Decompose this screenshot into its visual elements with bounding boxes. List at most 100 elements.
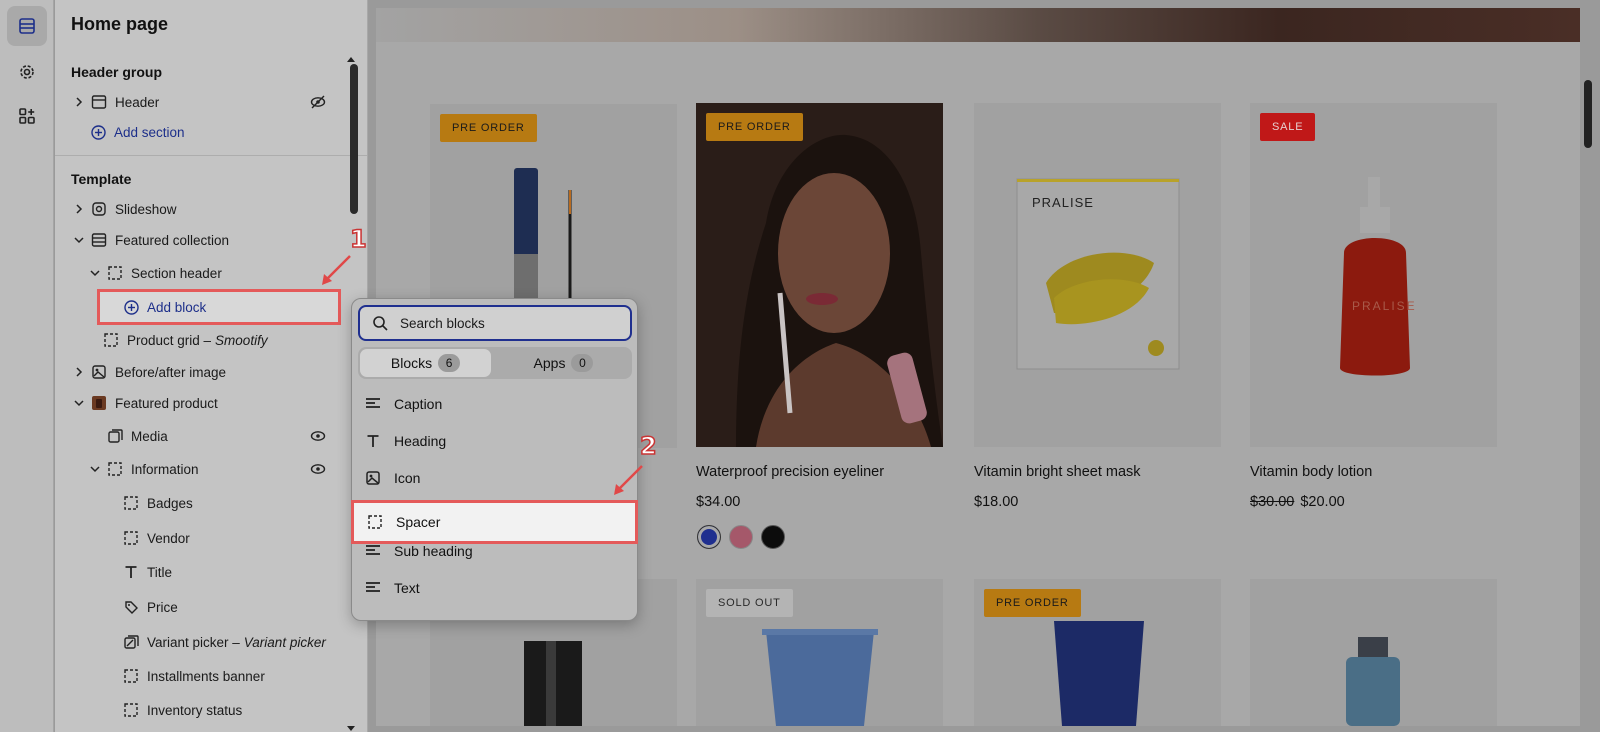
product-price: $18.00 [974,494,1019,510]
text-lines-icon [364,397,382,411]
chevron-down-icon[interactable] [87,464,103,474]
block-dashed-icon [107,265,123,281]
section-featured-product[interactable]: Featured product [71,392,218,414]
block-option-heading[interactable]: Heading [364,430,446,452]
collection-icon [91,232,107,248]
product-price: $34.00 [696,494,741,510]
page-title: Home page [71,14,169,34]
chevron-down-icon[interactable] [71,398,87,408]
search-blocks-input[interactable]: Search blocks [358,305,632,341]
apps-nav-button[interactable] [7,96,47,136]
scroll-up-arrow-icon[interactable] [346,50,362,62]
chevron-down-icon[interactable] [87,268,103,278]
block-inventory[interactable]: Inventory status [123,699,242,721]
block-information[interactable]: Information [87,458,199,480]
block-badges[interactable]: Badges [123,492,193,514]
block-tabs: Blocks 6 Apps 0 [358,347,632,379]
color-swatch-black[interactable] [761,525,785,549]
option-label: Sub heading [394,543,473,559]
status-badge: SOLD OUT [706,589,793,617]
block-price[interactable]: Price [123,596,178,618]
block-vendor[interactable]: Vendor [123,527,190,549]
product-image[interactable]: PRE ORDER [696,103,943,447]
divider [55,155,367,156]
block-label: Section header [131,265,222,281]
tab-apps[interactable]: Apps 0 [497,349,630,377]
scroll-down-arrow-icon[interactable] [346,720,362,731]
section-label: Slideshow [115,201,177,217]
block-label: Title [147,564,173,580]
option-label: Caption [394,396,443,412]
product-title[interactable]: Waterproof precision eyeliner [696,464,884,480]
color-swatch-pink[interactable] [729,525,753,549]
block-dashed-icon [123,530,139,546]
section-label: Header [115,94,160,110]
block-section-header[interactable]: Section header [87,262,222,284]
media-icon [107,428,123,444]
package-brand-text: PRALISE [1032,195,1094,210]
slideshow-icon [91,201,107,217]
section-featured-collection[interactable]: Featured collection [71,229,229,251]
section-label: Before/after image [115,364,227,380]
preview-scrollbar[interactable] [1584,80,1592,148]
tab-label: Apps [533,355,566,371]
product-title[interactable]: Vitamin body lotion [1250,464,1372,480]
block-label: Badges [147,495,193,511]
plus-circle-icon [90,124,106,140]
color-swatch-blue[interactable] [697,525,721,549]
sections-nav-button[interactable] [7,6,47,46]
status-badge: PRE ORDER [706,113,803,141]
annotation-step-2: 2 [639,431,657,461]
option-label: Spacer [396,514,441,530]
spacer-dashed-icon [366,515,384,529]
block-label: Media [131,428,168,444]
product-image[interactable]: SOLD OUT [696,579,943,726]
chevron-right-icon[interactable] [71,97,87,107]
image-icon [91,364,107,380]
block-label: Variant picker – [147,634,240,650]
product-thumbnail-icon [91,395,107,411]
section-header-row[interactable]: Header [71,91,159,113]
chevron-right-icon[interactable] [71,367,87,377]
section-before-after[interactable]: Before/after image [71,361,226,383]
eye-icon[interactable] [309,427,327,445]
block-option-icon[interactable]: Icon [364,467,420,489]
product-image[interactable]: PRALISE [974,103,1221,447]
block-product-grid[interactable]: Product grid – Smootify [103,329,268,351]
sheet-mask-package-illustration [1016,178,1180,370]
block-app-name: Smootify [215,332,268,348]
settings-nav-button[interactable] [7,52,47,92]
block-variant-picker[interactable]: Variant picker – Variant picker [123,631,326,653]
chevron-right-icon[interactable] [71,204,87,214]
tab-count: 0 [571,354,594,372]
block-label: Inventory status [147,702,243,718]
block-dashed-icon [103,332,119,348]
block-title[interactable]: Title [123,561,172,583]
sidebar-scrollbar[interactable] [350,64,358,214]
product-image[interactable] [1250,579,1497,726]
compare-at-price: $30.00 [1250,494,1295,510]
block-label: Information [131,461,199,477]
add-section-button[interactable]: Add section [90,121,185,143]
product-image[interactable]: PRE ORDER [974,579,1221,726]
product-title[interactable]: Vitamin bright sheet mask [974,464,1141,480]
product-image[interactable]: PRALISE SALE [1250,103,1497,447]
block-media[interactable]: Media [107,425,168,447]
chevron-down-icon[interactable] [71,235,87,245]
block-option-spacer[interactable]: Spacer [351,500,638,544]
section-slideshow[interactable]: Slideshow [71,198,177,220]
eye-icon[interactable] [309,460,327,478]
sale-price: $20.00 [1300,494,1345,510]
block-installments[interactable]: Installments banner [123,665,265,687]
option-label: Heading [394,433,447,449]
block-dashed-icon [123,668,139,684]
block-option-caption[interactable]: Caption [364,393,442,415]
search-placeholder: Search blocks [400,315,485,331]
sections-sidebar: Home page Header group Header Add sectio… [55,0,368,732]
eye-off-icon[interactable] [309,93,327,111]
gear-icon [20,65,34,79]
tab-blocks[interactable]: Blocks 6 [360,349,491,377]
apps-icon [19,108,35,124]
block-option-text[interactable]: Text [364,577,420,599]
add-block-button[interactable]: Add block [97,289,341,325]
